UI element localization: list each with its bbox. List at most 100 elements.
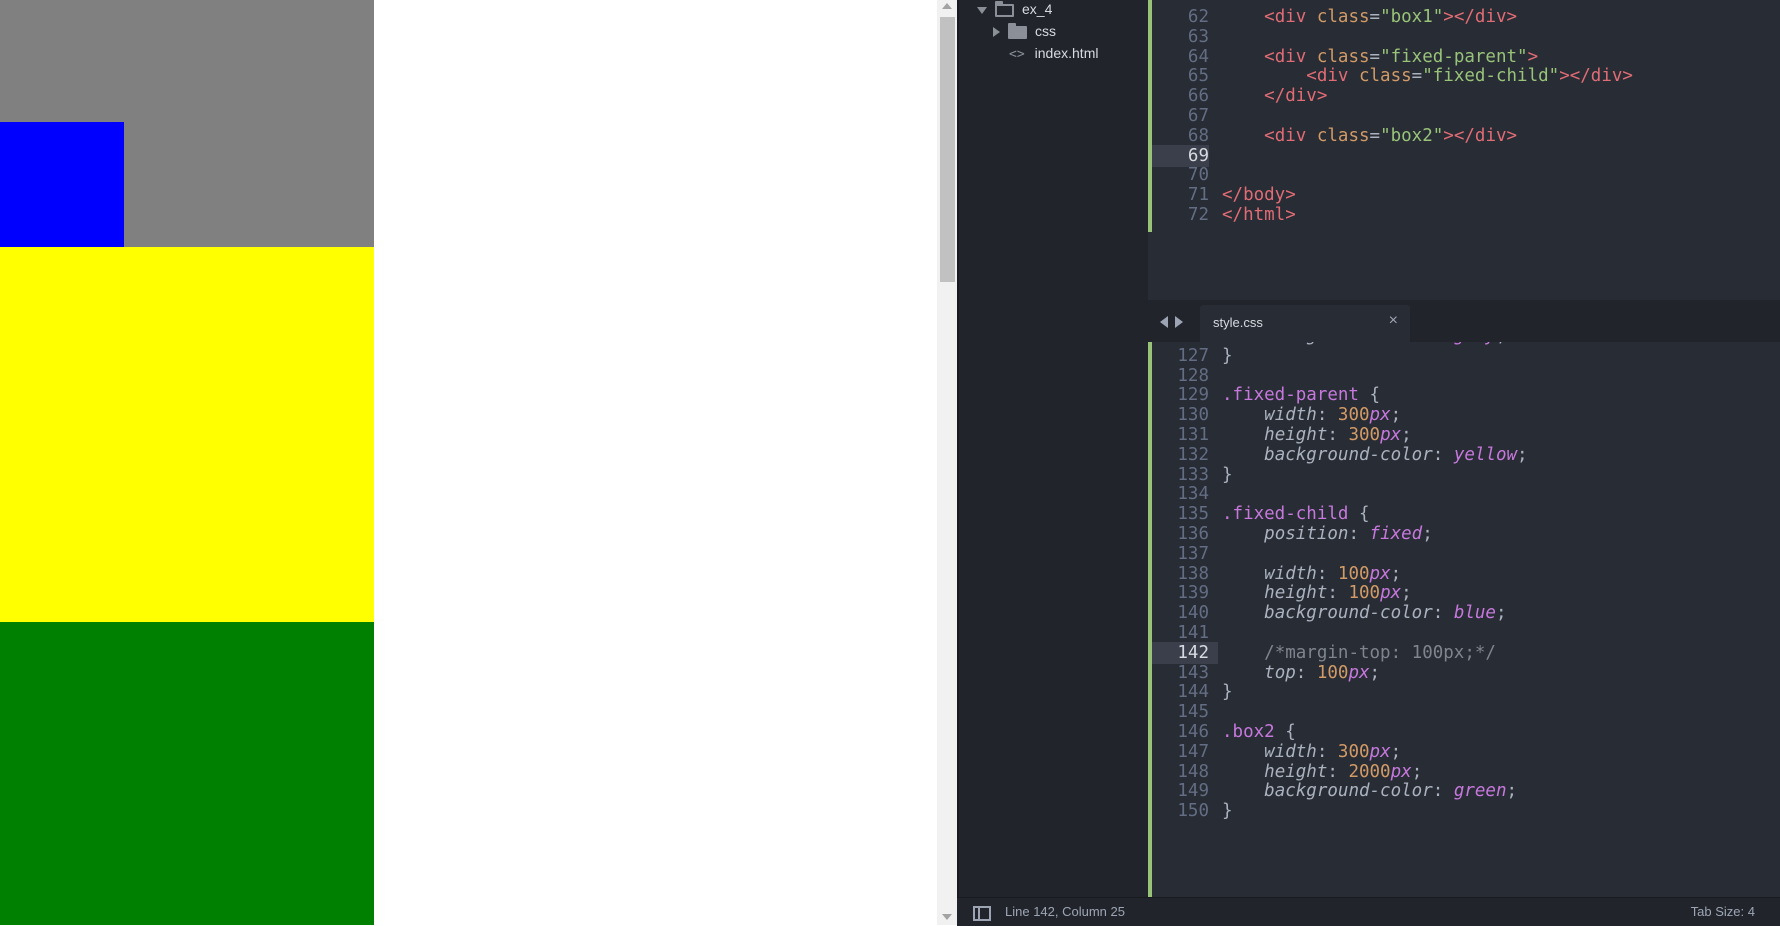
code-token: </div>: [1264, 86, 1328, 107]
tree-item-css[interactable]: css: [993, 20, 1056, 42]
code-token: .box2: [1222, 722, 1275, 742]
code-token: height: [1264, 583, 1328, 604]
tab-prev-arrow-icon[interactable]: [1160, 316, 1168, 328]
status-bar: Line 142, Column 25 Tab Size: 4: [957, 897, 1780, 926]
code-token: px: [1369, 741, 1391, 762]
cursor-position: Line 142, Column 25: [1005, 904, 1125, 919]
editor-pane-index-html[interactable]: 62 <div class="box1"></div> 63 64 <div cla…: [1148, 0, 1780, 300]
code-token: yellow: [1453, 444, 1518, 465]
code-token: ;: [1506, 781, 1518, 802]
code-token: green: [1453, 781, 1507, 802]
folder-open-icon: [995, 0, 1014, 17]
code-token: class: [1316, 7, 1370, 27]
code-token: {: [1274, 722, 1296, 742]
code-token: background-color: [1264, 603, 1433, 624]
code-token: ;: [1401, 425, 1412, 445]
code-token: :: [1432, 444, 1454, 465]
editor-pane-style-css[interactable]: 126 background-color: gray;127}128129.fi…: [1148, 342, 1780, 897]
collapse-arrow-icon[interactable]: [993, 27, 1000, 38]
tree-item-label: css: [1035, 23, 1056, 39]
code-token: ;: [1390, 741, 1402, 762]
code-token: :: [1348, 524, 1370, 544]
code-token: :: [1327, 425, 1349, 445]
scroll-down-arrow-icon[interactable]: [942, 914, 952, 920]
code-token: <div: [1264, 125, 1317, 146]
code-token: :: [1327, 761, 1349, 782]
code-line[interactable]: 150}: [1152, 800, 1780, 823]
code-token: :: [1316, 741, 1338, 762]
code-token: }: [1222, 464, 1233, 485]
tree-item-label: index.html: [1034, 45, 1099, 61]
code-token: 100: [1337, 563, 1370, 584]
code-token: width: [1264, 741, 1317, 762]
code-token: top: [1264, 662, 1296, 683]
code-token: class: [1316, 46, 1370, 67]
tab-style-css[interactable]: style.css ×: [1200, 305, 1410, 342]
code-token: =: [1369, 125, 1381, 146]
code-token: =: [1369, 7, 1381, 27]
code-token: "box2": [1380, 125, 1444, 146]
code-text: </html>: [1222, 204, 1296, 227]
fixed-child-blue: [0, 122, 124, 247]
vertical-scrollbar[interactable]: [937, 0, 957, 925]
code-token: ;: [1422, 524, 1433, 544]
code-token: px: [1380, 583, 1402, 604]
code-token: >: [1527, 46, 1539, 67]
code-token: }: [1222, 801, 1233, 822]
code-token: height: [1264, 425, 1328, 445]
code-token: ;: [1495, 603, 1507, 624]
code-token: /*margin-top: 100px;*/: [1264, 642, 1496, 663]
code-token: {: [1348, 504, 1370, 525]
scroll-up-arrow-icon[interactable]: [942, 3, 952, 9]
code-token: :: [1316, 405, 1338, 426]
tab-next-arrow-icon[interactable]: [1175, 316, 1183, 328]
code-token: 300: [1337, 741, 1370, 762]
code-token: px: [1380, 425, 1402, 445]
code-token: px: [1369, 405, 1391, 426]
code-token: 100: [1348, 583, 1381, 604]
line-number: 150: [1177, 801, 1209, 822]
code-token: </body>: [1222, 185, 1296, 206]
browser-preview: [0, 0, 937, 925]
tree-item-label: ex_4: [1022, 1, 1053, 17]
line-number: 72: [1187, 205, 1209, 225]
code-token: ;: [1390, 405, 1402, 426]
code-token: class: [1316, 125, 1370, 146]
code-line[interactable]: 72 </html>: [1152, 204, 1780, 227]
close-icon[interactable]: ×: [1389, 312, 1398, 330]
code-token: ;: [1390, 563, 1402, 584]
code-token: class: [1358, 66, 1412, 87]
code-token: ;: [1517, 444, 1528, 465]
code-token: ></div>: [1443, 7, 1518, 27]
code-token: }: [1222, 345, 1233, 366]
code-token: :: [1432, 781, 1454, 802]
code-token: 2000: [1348, 761, 1391, 782]
code-token: ;: [1411, 761, 1423, 782]
toggle-sidebar-icon[interactable]: [973, 906, 991, 921]
code-token: "box1": [1380, 7, 1444, 27]
tree-item-index-html[interactable]: <> index.html: [1009, 42, 1098, 64]
code-token: position: [1264, 524, 1349, 544]
code-token: :: [1327, 583, 1349, 604]
tab-size-indicator[interactable]: Tab Size: 4: [1691, 904, 1755, 919]
expand-arrow-icon[interactable]: [977, 6, 987, 14]
code-token: "fixed-child": [1422, 66, 1560, 87]
tab-label: style.css: [1213, 315, 1263, 330]
code-token: .fixed-parent: [1222, 385, 1359, 406]
code-token: <div: [1264, 7, 1317, 27]
code-token: </html>: [1222, 205, 1296, 225]
code-token: :: [1432, 603, 1454, 624]
code-token: ;: [1369, 662, 1381, 683]
scrollbar-thumb[interactable]: [940, 17, 955, 282]
tree-item-ex-4[interactable]: ex_4: [977, 0, 1052, 20]
code-token: ></div>: [1443, 125, 1518, 146]
